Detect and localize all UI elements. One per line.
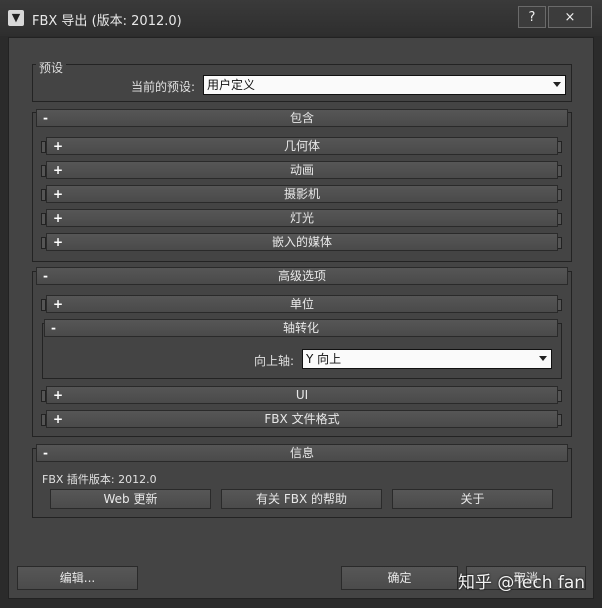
edit-button[interactable]: 编辑... bbox=[17, 566, 138, 590]
collapse-icon: - bbox=[51, 321, 56, 335]
preset-dropdown[interactable]: 用户定义 bbox=[203, 75, 566, 95]
app-icon: ▼ bbox=[8, 10, 24, 26]
cameras-rollout[interactable]: + 摄影机 bbox=[46, 185, 558, 203]
animation-rollout[interactable]: + 动画 bbox=[46, 161, 558, 179]
info-header[interactable]: - 信息 bbox=[36, 444, 568, 462]
lights-rollout[interactable]: + 灯光 bbox=[46, 209, 558, 227]
chevron-down-icon bbox=[539, 356, 547, 361]
advanced-header-label: 高级选项 bbox=[277, 269, 326, 283]
up-axis-label: 向上轴: bbox=[254, 354, 295, 368]
watermark: 知乎 @Tech fan bbox=[458, 573, 586, 593]
current-preset-label: 当前的预设: bbox=[131, 80, 196, 94]
include-header-label: 包含 bbox=[289, 111, 314, 125]
web-update-button[interactable]: Web 更新 bbox=[50, 489, 211, 509]
up-axis-value: Y 向上 bbox=[306, 352, 342, 366]
expand-icon: + bbox=[53, 139, 64, 153]
ui-label: UI bbox=[295, 388, 309, 402]
embed-media-label: 嵌入的媒体 bbox=[271, 235, 332, 249]
expand-icon: + bbox=[53, 388, 64, 402]
expand-icon: + bbox=[53, 235, 64, 249]
up-axis-dropdown[interactable]: Y 向上 bbox=[302, 349, 552, 369]
help-button[interactable]: ? bbox=[518, 6, 546, 28]
expand-icon: + bbox=[53, 187, 64, 201]
chevron-down-icon bbox=[553, 82, 561, 87]
geometry-label: 几何体 bbox=[283, 139, 320, 153]
preset-group-title: 预设 bbox=[36, 59, 67, 76]
lights-label: 灯光 bbox=[289, 211, 314, 225]
expand-icon: + bbox=[53, 163, 64, 177]
geometry-rollout[interactable]: + 几何体 bbox=[46, 137, 558, 155]
expand-icon: + bbox=[53, 412, 64, 426]
animation-label: 动画 bbox=[289, 163, 314, 177]
advanced-header[interactable]: - 高级选项 bbox=[36, 267, 568, 285]
ok-button[interactable]: 确定 bbox=[341, 566, 458, 590]
about-button[interactable]: 关于 bbox=[392, 489, 553, 509]
expand-icon: + bbox=[53, 297, 64, 311]
fbx-file-format-label: FBX 文件格式 bbox=[264, 412, 340, 426]
info-header-label: 信息 bbox=[289, 446, 314, 460]
plugin-version-text: FBX 插件版本: 2012.0 bbox=[42, 473, 157, 486]
title-bar: ▼ FBX 导出 (版本: 2012.0) ? × bbox=[0, 0, 602, 36]
collapse-icon: - bbox=[43, 111, 48, 125]
collapse-icon: - bbox=[43, 269, 48, 283]
expand-icon: + bbox=[53, 211, 64, 225]
cameras-label: 摄影机 bbox=[283, 187, 320, 201]
ui-rollout[interactable]: + UI bbox=[46, 386, 558, 404]
preset-dropdown-value: 用户定义 bbox=[207, 78, 256, 92]
fbx-file-format-rollout[interactable]: + FBX 文件格式 bbox=[46, 410, 558, 428]
units-label: 单位 bbox=[289, 297, 314, 311]
axis-conversion-label: 轴转化 bbox=[282, 321, 319, 335]
close-button[interactable]: × bbox=[548, 6, 592, 28]
axis-conversion-header[interactable]: - 轴转化 bbox=[44, 319, 558, 337]
collapse-icon: - bbox=[43, 446, 48, 460]
fbx-help-button[interactable]: 有关 FBX 的帮助 bbox=[221, 489, 382, 509]
units-rollout[interactable]: + 单位 bbox=[46, 295, 558, 313]
embed-media-rollout[interactable]: + 嵌入的媒体 bbox=[46, 233, 558, 251]
include-header[interactable]: - 包含 bbox=[36, 109, 568, 127]
window-title: FBX 导出 (版本: 2012.0) bbox=[32, 14, 182, 29]
